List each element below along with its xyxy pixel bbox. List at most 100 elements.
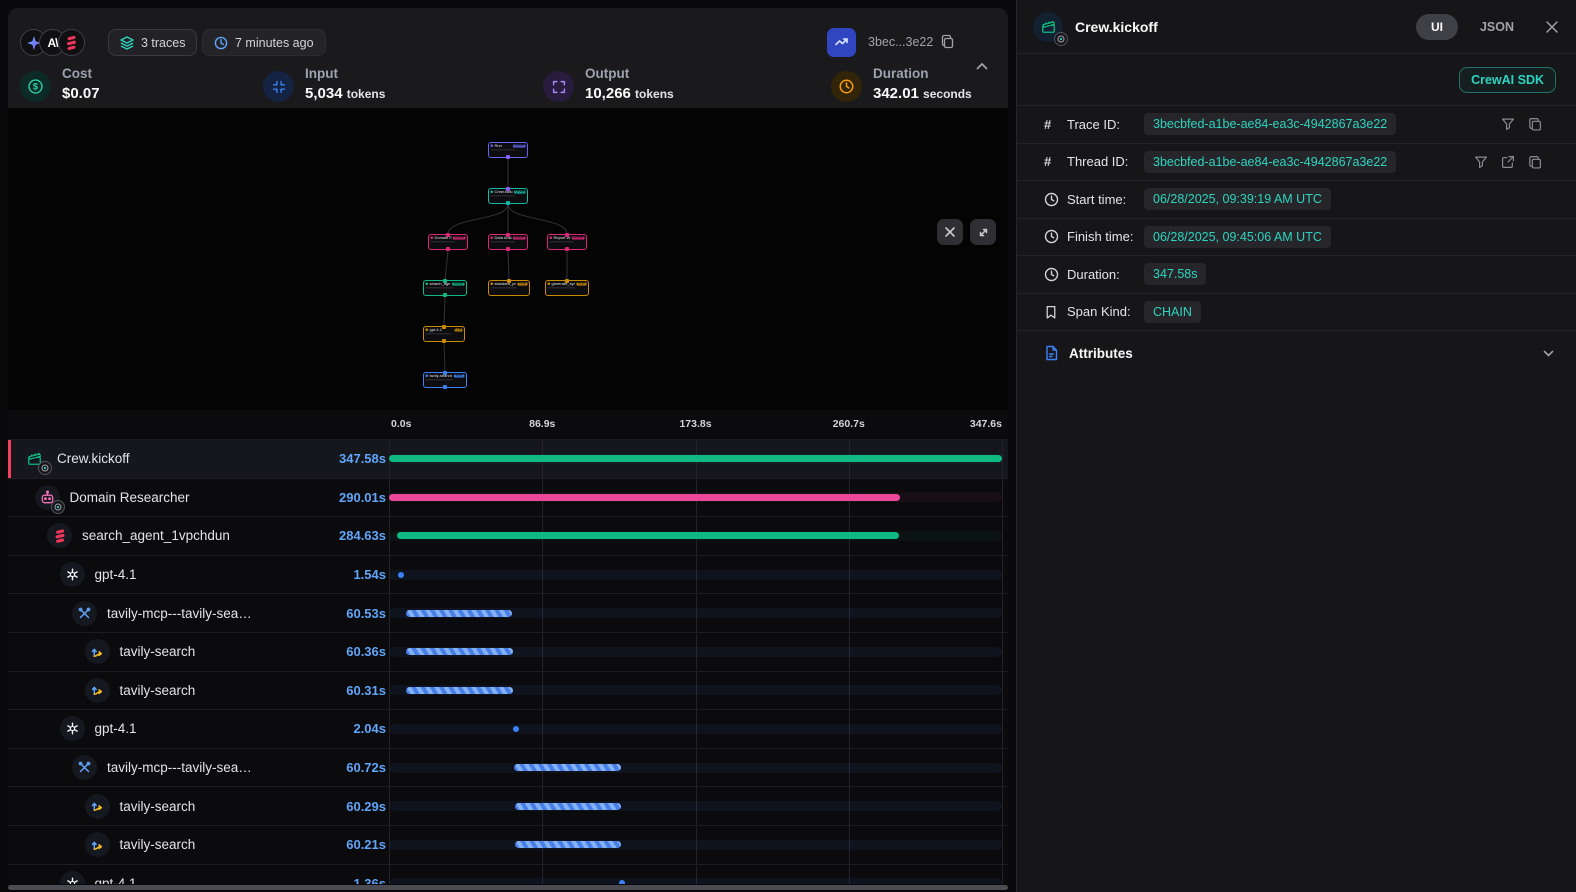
graph-node-gpt[interactable]: gpt-4.1 LLM	[423, 326, 465, 342]
copy-icon[interactable]	[1528, 155, 1542, 169]
graph-node-badge: AGENT	[453, 236, 466, 239]
trace-header: A\ 3 traces 7 minutes ago 3bec...3e22	[8, 8, 1008, 108]
waterfall-row[interactable]: tavily-search 60.31s	[8, 671, 1008, 710]
field-label: Duration:	[1067, 267, 1144, 282]
document-icon	[1044, 345, 1059, 361]
waterfall-row[interactable]: gpt-4.1 2.04s	[8, 709, 1008, 748]
agent-graph: Run AGENT Crew.kickoff CHAIN Domain Rese…	[8, 108, 1008, 410]
waterfall-row[interactable]: tavily-mcp---tavily-sea… 60.72s	[8, 748, 1008, 787]
stat-output: Output 10,266 tokens	[543, 66, 674, 102]
provider-logo-cluster: A\	[20, 29, 85, 56]
graph-node-label: generate_synopsis	[552, 282, 576, 287]
stat-value: $0.07	[62, 85, 100, 102]
waterfall-row[interactable]: search_agent_1vpchdun 284.63s	[8, 516, 1008, 555]
graph-node-badge: TASK	[518, 282, 528, 285]
graph-node-search[interactable]: search_agent_1vp AGENT	[423, 280, 467, 296]
field-label: Thread ID:	[1067, 154, 1144, 169]
field-value: 06/28/2025, 09:39:19 AM UTC	[1144, 188, 1331, 210]
waterfall-row[interactable]: gpt-4.1 1.54s	[8, 555, 1008, 594]
openai-icon	[60, 562, 85, 587]
tools-icon	[72, 601, 97, 626]
copy-icon[interactable]	[1528, 117, 1542, 131]
span-duration: 60.31s	[346, 683, 386, 698]
graph-node-badge: AGENT	[513, 236, 526, 239]
crewai-sub-badge-icon	[1054, 32, 1068, 46]
route-icon	[85, 832, 110, 857]
axis-tick: 347.6s	[970, 418, 1002, 430]
field-duration: Duration: 347.58s	[1017, 256, 1576, 294]
graph-node-analyst[interactable]: Data Analyst AGENT	[488, 234, 528, 250]
stat-cost: $ Cost $0.07	[20, 66, 100, 102]
span-name: tavily-mcp---tavily-sea…	[107, 606, 252, 621]
compress-icon	[263, 71, 294, 102]
openai-icon	[60, 871, 85, 884]
waterfall-row[interactable]: tavily-search 60.21s	[8, 825, 1008, 864]
span-bar	[406, 648, 512, 655]
field-label: Trace ID:	[1067, 117, 1144, 132]
graph-node-writer[interactable]: Report Writer AGENT	[547, 234, 587, 250]
external-icon[interactable]	[1501, 155, 1515, 169]
stat-label: Cost	[62, 66, 100, 81]
span-details-header: Crew.kickoff UI JSON	[1017, 0, 1576, 54]
span-timeline	[389, 556, 1002, 594]
trace-detail-panel: A\ 3 traces 7 minutes ago 3bec...3e22	[8, 8, 1008, 884]
tab-ui[interactable]: UI	[1416, 14, 1458, 40]
span-bar	[406, 687, 512, 694]
close-panel-icon[interactable]	[1544, 19, 1560, 35]
field-value: 3becbfed-a1be-ae84-ea3c-4942867a3e22	[1144, 151, 1396, 173]
openai-icon	[60, 716, 85, 741]
graph-node-domain[interactable]: Domain Research AGENT	[428, 234, 468, 250]
waterfall-row[interactable]: tavily-mcp---tavily-sea… 60.53s	[8, 593, 1008, 632]
chevron-down-icon[interactable]	[1541, 346, 1556, 361]
stat-label: Output	[585, 66, 674, 81]
waterfall-row[interactable]: tavily-search 60.29s	[8, 786, 1008, 825]
copy-trace-id-icon[interactable]	[940, 34, 955, 49]
traces-count-pill[interactable]: 3 traces	[108, 29, 197, 56]
graph-node-badge: LLM	[454, 328, 462, 331]
graph-node-generate[interactable]: generate_synopsis TASK	[545, 280, 589, 296]
filter-icon[interactable]	[1474, 155, 1488, 169]
span-timeline	[389, 749, 1002, 787]
horizontal-scrollbar[interactable]	[8, 885, 1008, 890]
span-name: gpt-4.1	[95, 567, 137, 582]
field-finish-time: Finish time: 06/28/2025, 09:45:06 AM UTC	[1017, 219, 1576, 257]
waterfall-row[interactable]: Crew.kickoff 347.58s	[8, 439, 1008, 478]
stat-value: 5,034 tokens	[305, 85, 385, 102]
span-duration: 60.36s	[346, 644, 386, 659]
attributes-section[interactable]: Attributes	[1017, 331, 1576, 375]
graph-node-tavily[interactable]: tavily-search TOOL	[423, 372, 467, 388]
graph-node-standard[interactable]: standard_process TASK	[488, 280, 530, 296]
span-name: gpt-4.1	[95, 721, 137, 736]
span-duration: 1.36s	[353, 876, 386, 884]
span-bar	[515, 803, 621, 810]
waterfall-row[interactable]: gpt-4.1 1.36s	[8, 864, 1008, 884]
graph-close-button[interactable]	[937, 219, 963, 245]
span-timeline	[389, 865, 1002, 884]
agent-robot-icon	[35, 485, 60, 510]
crewai-icon	[58, 29, 85, 56]
span-duration: 60.53s	[346, 606, 386, 621]
graph-node-run[interactable]: Run AGENT	[488, 142, 528, 158]
collapse-stats-chevron[interactable]	[974, 58, 990, 74]
span-duration: 290.01s	[339, 490, 386, 505]
span-name: tavily-search	[120, 837, 196, 852]
waterfall-row[interactable]: Domain Researcher 290.01s	[8, 478, 1008, 517]
clock-icon	[1044, 267, 1061, 282]
stat-input: Input 5,034 tokens	[263, 66, 385, 102]
graph-node-crew[interactable]: Crew.kickoff CHAIN	[488, 188, 528, 204]
graph-expand-button[interactable]	[970, 219, 996, 245]
span-timeline	[389, 479, 1002, 517]
route-icon	[85, 678, 110, 703]
field-trace-id: #Trace ID: 3becbfed-a1be-ae84-ea3c-49428…	[1017, 106, 1576, 144]
clock-icon	[831, 71, 862, 102]
graph-node-badge: AGENT	[572, 236, 585, 239]
waterfall-row[interactable]: tavily-search 60.36s	[8, 632, 1008, 671]
filter-icon[interactable]	[1501, 117, 1515, 131]
field-value: 347.58s	[1144, 263, 1206, 285]
trace-chart-button[interactable]	[827, 28, 856, 57]
tab-json[interactable]: JSON	[1480, 20, 1514, 34]
stat-value: 10,266 tokens	[585, 85, 674, 102]
span-timeline	[389, 594, 1002, 632]
graph-node-label: standard_process	[495, 282, 517, 287]
span-duration: 2.04s	[353, 721, 386, 736]
